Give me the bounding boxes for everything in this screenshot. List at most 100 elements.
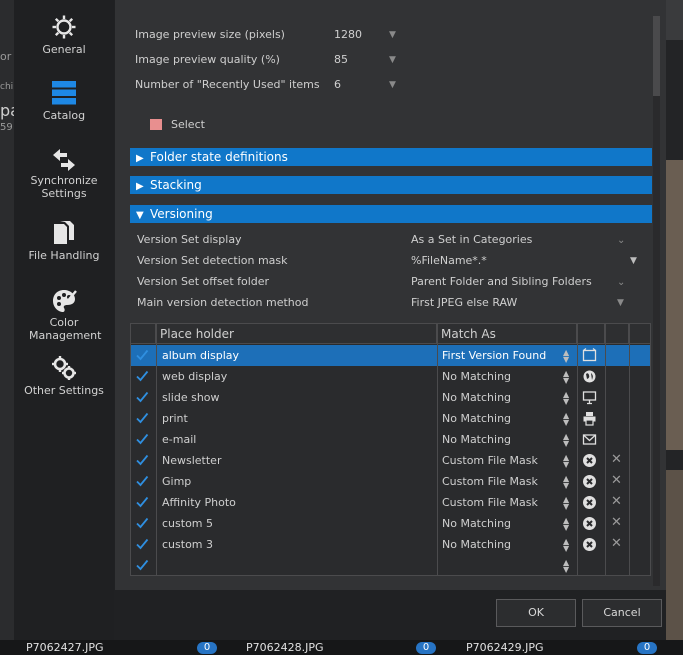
placeholder-name[interactable]: album display [158, 345, 433, 366]
sidebar-item-catalog[interactable]: Catalog [14, 80, 114, 122]
table-row[interactable]: album display First Version Found ▲ ▼ [131, 345, 650, 366]
chevron-down-icon[interactable]: ⌄ [617, 277, 625, 288]
chevron-down-icon[interactable]: ▼ [389, 80, 396, 90]
color-swatch[interactable] [150, 119, 162, 130]
spinner-arrows-icon[interactable]: ▲ ▼ [563, 496, 569, 511]
placeholder-name[interactable]: Affinity Photo [158, 492, 433, 513]
checkmark-icon[interactable] [135, 453, 149, 467]
match-as-value[interactable]: No Matching [438, 513, 558, 534]
checkmark-icon[interactable] [135, 411, 149, 425]
checkmark-icon[interactable] [135, 369, 149, 383]
match-as-value[interactable]: No Matching [438, 366, 558, 387]
section-versioning[interactable]: ▼ Versioning [130, 205, 652, 223]
remove-icon[interactable]: ✕ [611, 473, 622, 488]
placeholder-name[interactable]: Gimp [158, 471, 433, 492]
chevron-down-icon[interactable]: ▼ [630, 256, 637, 266]
placeholder-name[interactable]: print [158, 408, 433, 429]
match-as-value[interactable]: No Matching [438, 408, 558, 429]
checkmark-icon[interactable] [135, 474, 149, 488]
file-name[interactable]: P7062428.JPG [246, 641, 324, 654]
section-folder-state[interactable]: ▶ Folder state definitions [130, 148, 652, 166]
checkmark-icon[interactable] [135, 537, 149, 551]
globe-icon[interactable] [582, 369, 597, 384]
printer-icon[interactable] [582, 411, 597, 426]
envelope-icon[interactable] [582, 432, 597, 447]
placeholder-name[interactable]: custom 5 [158, 513, 433, 534]
table-row[interactable]: print No Matching ▲ ▼ [131, 408, 650, 429]
table-row[interactable]: e-mail No Matching ▲ ▼ [131, 429, 650, 450]
match-as-value[interactable]: Custom File Mask [438, 492, 558, 513]
match-as-value[interactable]: No Matching [438, 387, 558, 408]
checkmark-icon[interactable] [135, 516, 149, 530]
match-as-value[interactable]: Custom File Mask [438, 450, 558, 471]
checkmark-icon[interactable] [135, 558, 149, 572]
section-stacking[interactable]: ▶ Stacking [130, 176, 652, 194]
remove-icon[interactable]: ✕ [611, 515, 622, 530]
spinner-arrows-icon[interactable]: ▲ ▼ [563, 538, 569, 553]
monitor-icon[interactable] [582, 390, 597, 405]
preview-quality-value[interactable]: 85 [334, 53, 348, 66]
spinner-arrows-icon[interactable]: ▲ ▼ [563, 349, 569, 364]
recent-items-value[interactable]: 6 [334, 78, 341, 91]
match-as-value[interactable]: No Matching [438, 429, 558, 450]
remove-icon[interactable]: ✕ [611, 536, 622, 551]
custom-icon[interactable] [582, 495, 597, 510]
select-color-button[interactable]: Select [171, 118, 205, 131]
sidebar-item-general[interactable]: General [14, 14, 114, 56]
match-as-value[interactable]: First Version Found [438, 345, 558, 366]
custom-icon[interactable] [582, 474, 597, 489]
spinner-arrows-icon[interactable]: ▲ ▼ [563, 475, 569, 490]
table-row[interactable]: custom 5 No Matching ▲ ▼ ✕ [131, 513, 650, 534]
scrollbar[interactable] [653, 16, 660, 586]
table-row[interactable]: Newsletter Custom File Mask ▲ ▼ ✕ [131, 450, 650, 471]
header-match-as[interactable]: Match As [437, 324, 577, 344]
custom-icon[interactable] [582, 516, 597, 531]
preview-size-value[interactable]: 1280 [334, 28, 362, 41]
custom-icon[interactable] [582, 537, 597, 552]
offset-folder-value[interactable]: Parent Folder and Sibling Folders [411, 275, 592, 288]
placeholder-name[interactable]: custom 3 [158, 534, 433, 555]
header-placeholder[interactable]: Place holder [156, 324, 437, 344]
sidebar-item-color-management[interactable]: Color Management [14, 288, 114, 342]
chevron-down-icon[interactable]: ▼ [617, 298, 624, 308]
detection-mask-field[interactable]: %FileName*.* [411, 254, 487, 267]
placeholder-name[interactable]: web display [158, 366, 433, 387]
remove-icon[interactable]: ✕ [611, 452, 622, 467]
sidebar-item-file-handling[interactable]: File Handling [14, 220, 114, 262]
placeholder-name[interactable]: slide show [158, 387, 433, 408]
table-row[interactable]: slide show No Matching ▲ ▼ [131, 387, 650, 408]
match-as-value[interactable]: Custom File Mask [438, 471, 558, 492]
table-row[interactable]: Gimp Custom File Mask ▲ ▼ ✕ [131, 471, 650, 492]
version-display-value[interactable]: As a Set in Categories [411, 233, 532, 246]
sidebar-item-synchronize[interactable]: Synchronize Settings [14, 148, 114, 200]
spinner-arrows-icon[interactable]: ▲ ▼ [563, 412, 569, 427]
sidebar-item-other-settings[interactable]: Other Settings [14, 355, 114, 397]
spinner-arrows-icon[interactable]: ▲ ▼ [563, 559, 569, 574]
file-name[interactable]: P7062427.JPG [26, 641, 104, 654]
detection-method-value[interactable]: First JPEG else RAW [411, 296, 517, 309]
cancel-button[interactable]: Cancel [582, 599, 662, 627]
remove-icon[interactable]: ✕ [611, 494, 622, 509]
checkmark-icon[interactable] [135, 432, 149, 446]
placeholder-name[interactable]: Newsletter [158, 450, 433, 471]
chevron-down-icon[interactable]: ▼ [389, 30, 396, 40]
spinner-arrows-icon[interactable]: ▲ ▼ [563, 433, 569, 448]
chevron-down-icon[interactable]: ⌄ [617, 235, 625, 246]
spinner-arrows-icon[interactable]: ▲ ▼ [563, 391, 569, 406]
spinner-arrows-icon[interactable]: ▲ ▼ [563, 370, 569, 385]
table-row[interactable]: custom 3 No Matching ▲ ▼ ✕ [131, 534, 650, 555]
checkmark-icon[interactable] [135, 495, 149, 509]
file-name[interactable]: P7062429.JPG [466, 641, 544, 654]
table-row[interactable]: Affinity Photo Custom File Mask ▲ ▼ ✕ [131, 492, 650, 513]
table-row[interactable]: web display No Matching ▲ ▼ [131, 366, 650, 387]
match-as-value[interactable]: No Matching [438, 534, 558, 555]
checkmark-icon[interactable] [135, 348, 149, 362]
checkmark-icon[interactable] [135, 390, 149, 404]
chevron-down-icon[interactable]: ▼ [389, 55, 396, 65]
spinner-arrows-icon[interactable]: ▲ ▼ [563, 454, 569, 469]
ok-button[interactable]: OK [496, 599, 576, 627]
table-row-new[interactable]: ▲ ▼ [131, 555, 650, 575]
spinner-arrows-icon[interactable]: ▲ ▼ [563, 517, 569, 532]
placeholder-name[interactable]: e-mail [158, 429, 433, 450]
album-icon[interactable] [582, 348, 597, 363]
